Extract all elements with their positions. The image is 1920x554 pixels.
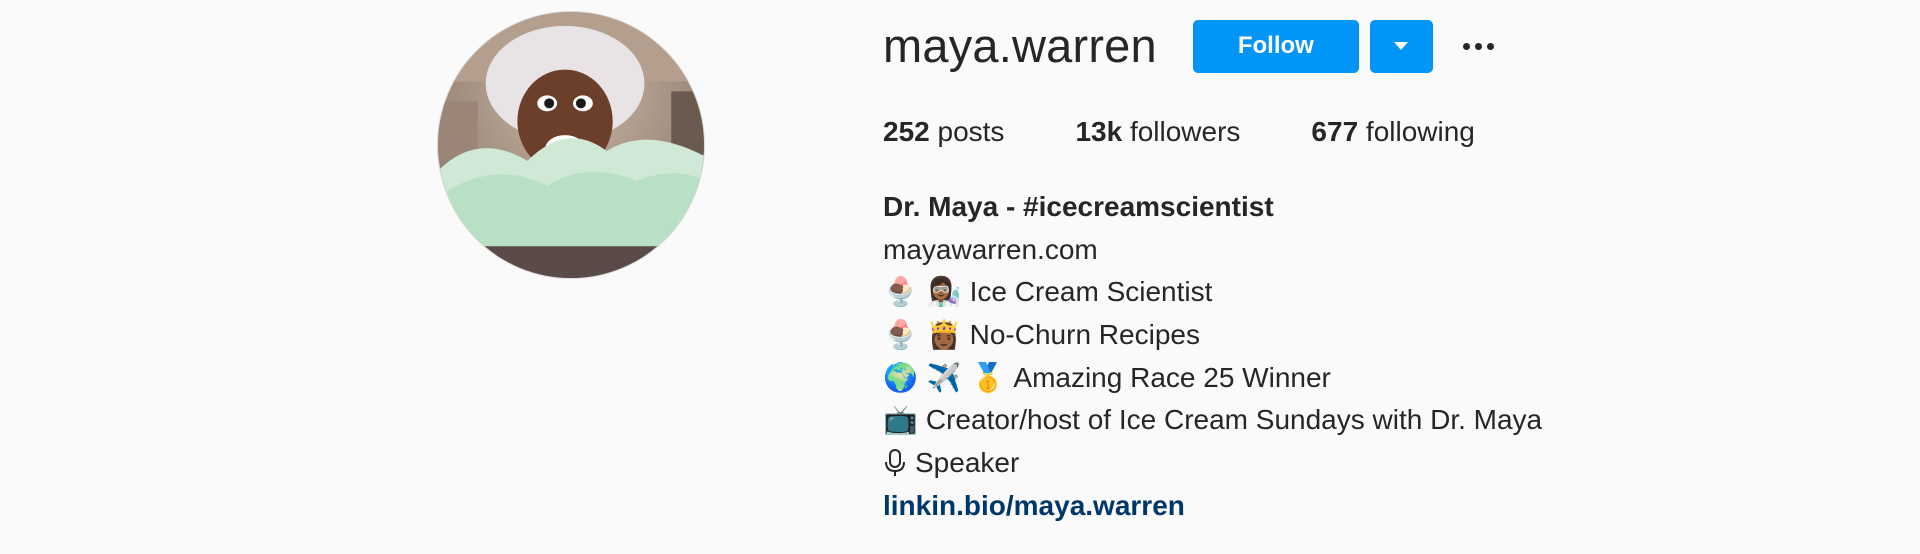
profile-header: maya.warren Follow 252 posts 13k followe… xyxy=(0,0,1920,554)
bio-line-text: Creator/host of Ice Cream Sundays with D… xyxy=(925,404,1543,436)
bio-line-text: Amazing Race 25 Winner xyxy=(1013,361,1331,393)
profile-top-row: maya.warren Follow xyxy=(883,18,1501,74)
profile-username: maya.warren xyxy=(883,19,1157,72)
more-options-icon-dot xyxy=(1487,42,1495,50)
posts-label: posts xyxy=(937,116,1005,147)
following-label: following xyxy=(1365,116,1475,147)
followers-label: followers xyxy=(1129,116,1241,147)
more-options-icon xyxy=(1463,42,1471,50)
profile-website[interactable]: mayawarren.com xyxy=(883,229,1542,272)
following-stat[interactable]: 677 following xyxy=(1311,116,1474,148)
posts-stat: 252 posts xyxy=(883,116,1004,148)
chevron-down-icon xyxy=(1394,42,1409,50)
microphone-icon xyxy=(885,449,905,477)
profile-external-link[interactable]: linkin.bio/maya.warren xyxy=(883,485,1542,528)
profile-avatar[interactable] xyxy=(437,11,705,279)
more-options-button[interactable] xyxy=(1457,26,1501,66)
bio-line: 🍨 👸🏾 No-Churn Recipes xyxy=(883,314,1542,357)
profile-bio: Dr. Maya - #icecreamscientist mayawarren… xyxy=(883,186,1542,528)
bio-line-text: Ice Cream Scientist xyxy=(969,276,1213,308)
posts-count: 252 xyxy=(883,116,930,147)
bio-line: Speaker xyxy=(883,442,1542,485)
bio-line: 📺 Creator/host of Ice Cream Sundays with… xyxy=(883,399,1542,442)
bio-line: 🍨 👩🏾‍🔬 Ice Cream Scientist xyxy=(883,271,1542,314)
follow-button[interactable]: Follow xyxy=(1192,19,1359,73)
profile-full-name: Dr. Maya - #icecreamscientist xyxy=(883,191,1274,222)
bio-line-text: Speaker xyxy=(915,447,1020,479)
more-options-icon-dot xyxy=(1475,42,1483,50)
bio-line: 🌍 ✈️ 🥇 Amazing Race 25 Winner xyxy=(883,357,1542,400)
ice-cream-scientist-emoji: 🍨 👩🏾‍🔬 xyxy=(883,275,962,309)
followers-stat[interactable]: 13k followers xyxy=(1075,116,1240,148)
avatar-image xyxy=(438,12,704,278)
globe-plane-medal-emoji: 🌍 ✈️ 🥇 xyxy=(883,360,1006,394)
bio-line-text: No-Churn Recipes xyxy=(969,319,1200,351)
followers-count: 13k xyxy=(1075,116,1123,147)
suggested-accounts-dropdown-button[interactable] xyxy=(1369,19,1433,73)
television-emoji: 📺 xyxy=(883,403,918,437)
following-count: 677 xyxy=(1311,116,1359,147)
profile-stats: 252 posts 13k followers 677 following xyxy=(883,116,1546,148)
ice-cream-princess-emoji: 🍨 👸🏾 xyxy=(883,318,962,352)
